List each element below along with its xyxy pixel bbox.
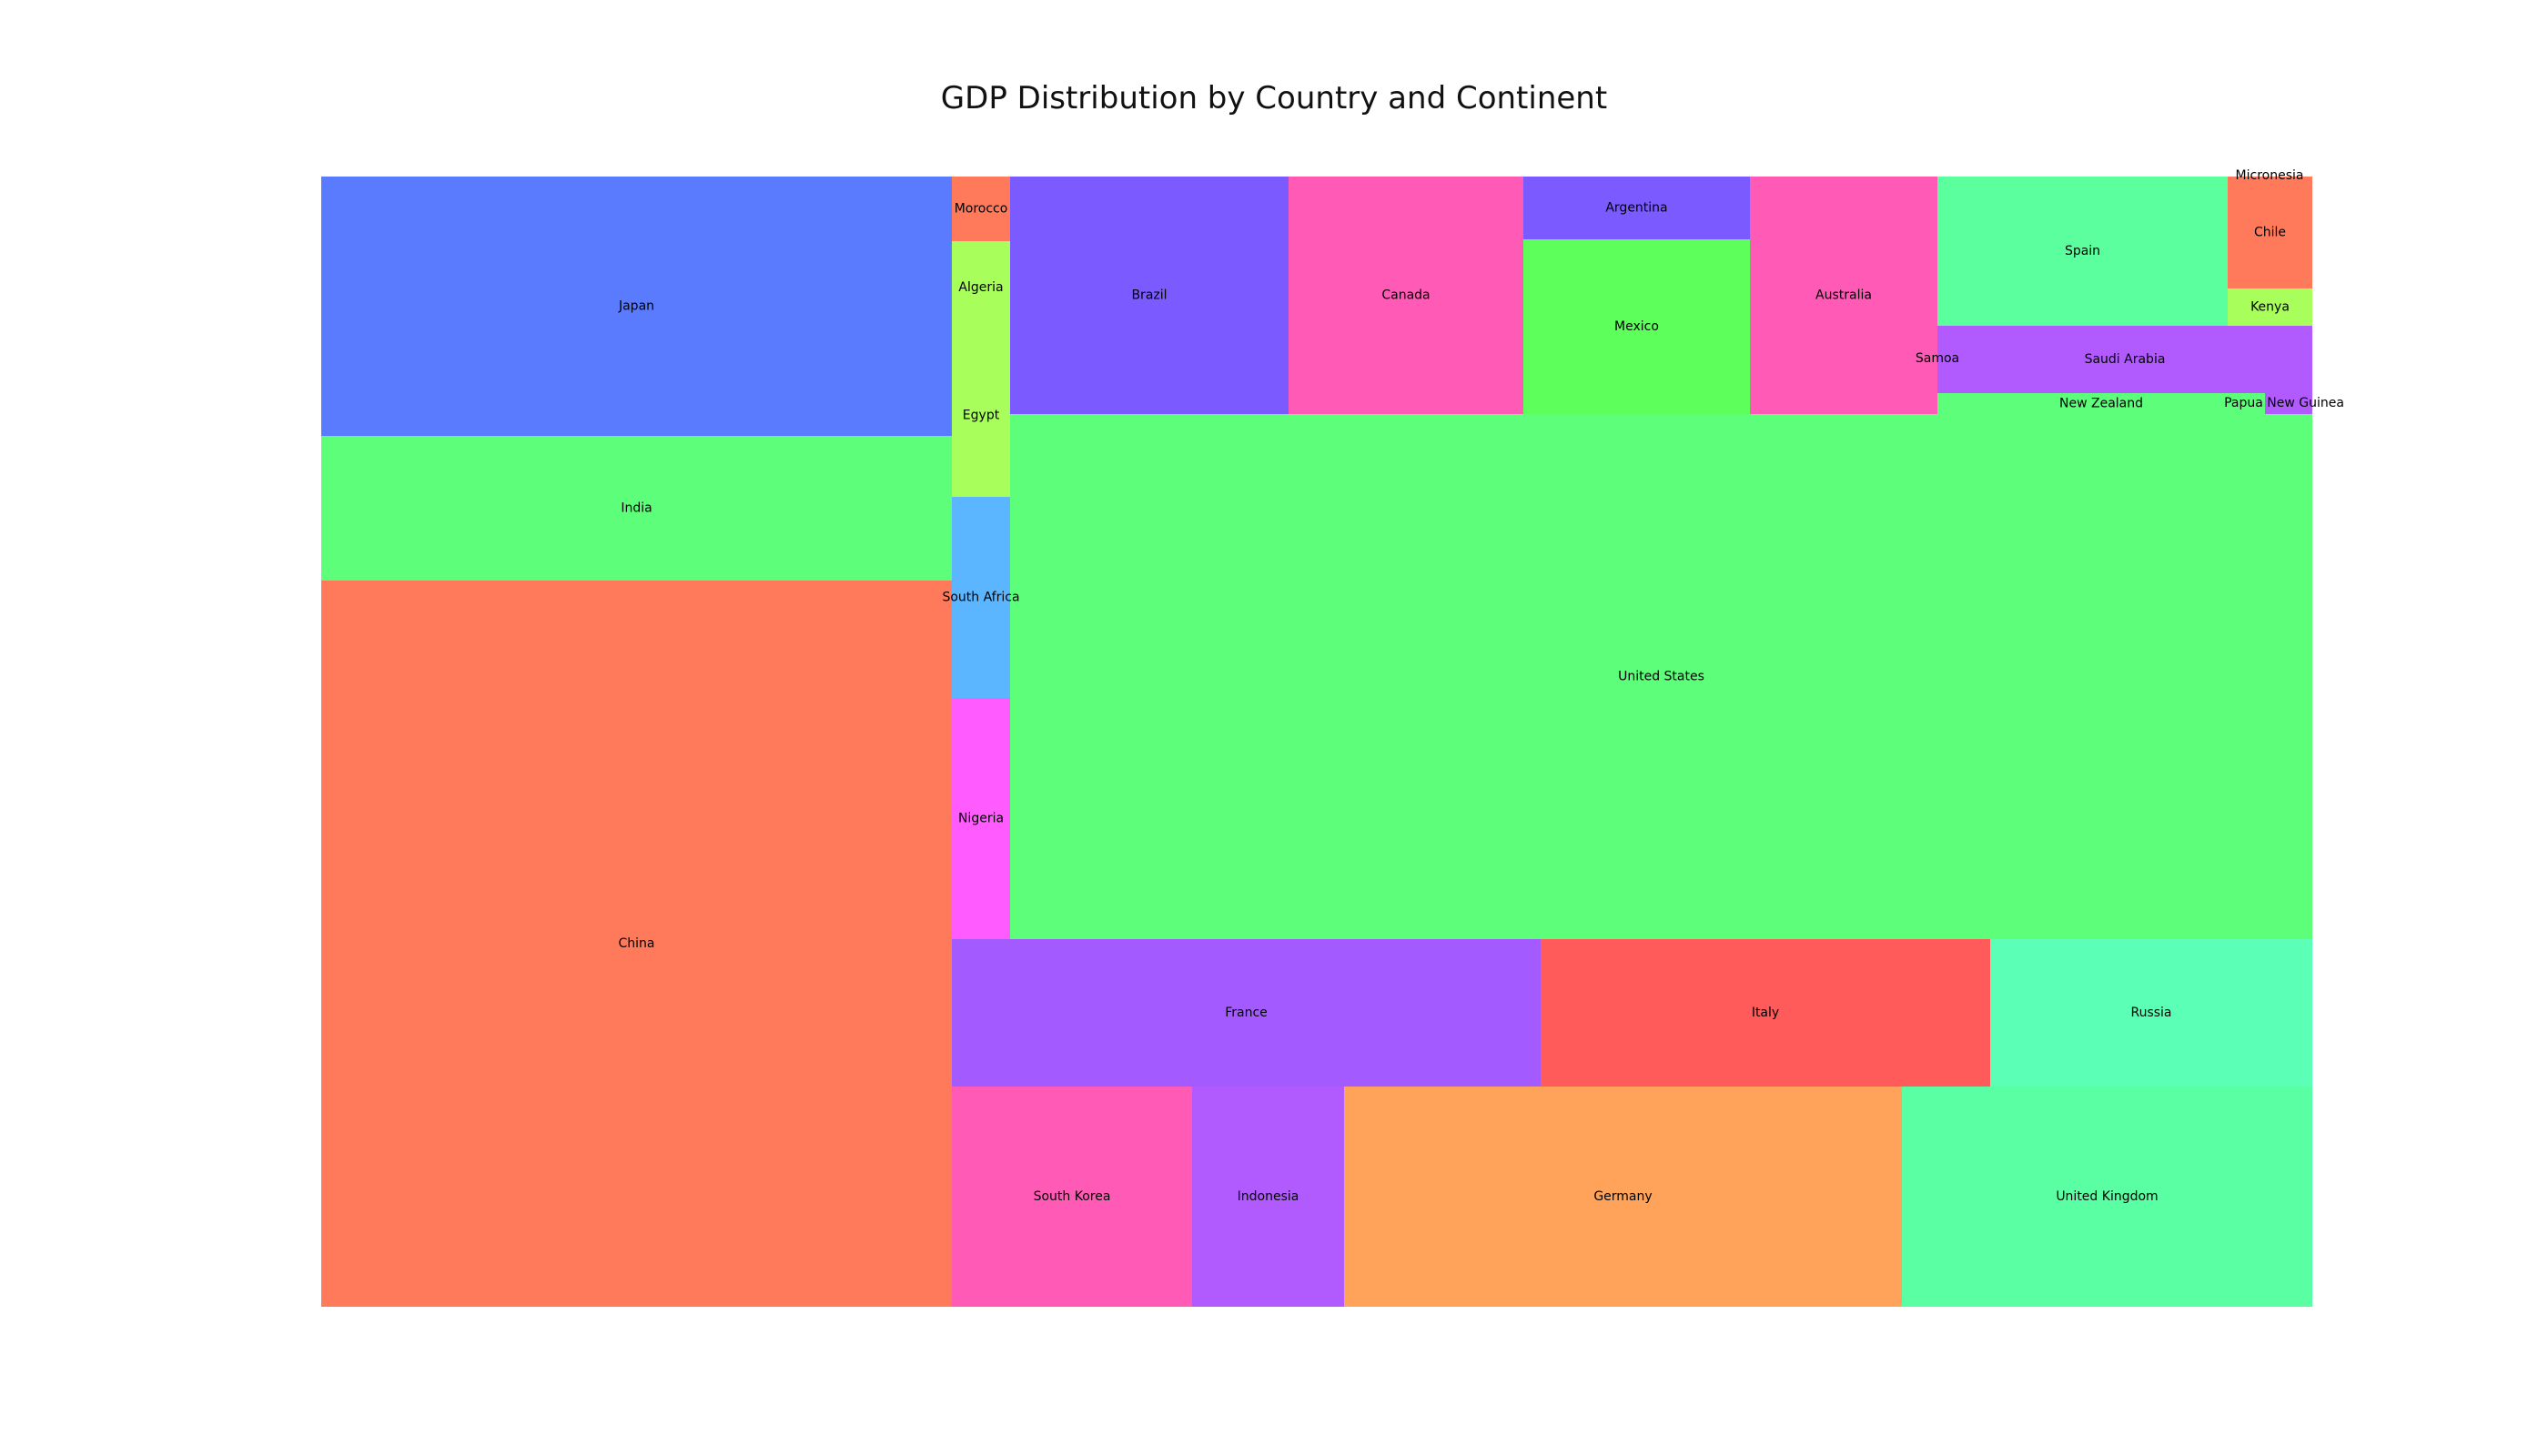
tile-label-united-states: United States bbox=[1618, 670, 1704, 684]
tile-label-mexico: Mexico bbox=[1614, 319, 1659, 334]
tile-label-papua-new-guinea: Papua New Guinea bbox=[2224, 396, 2344, 410]
tile-label-south-korea: South Korea bbox=[1034, 1189, 1111, 1204]
tile-label-russia: Russia bbox=[2130, 1006, 2171, 1020]
tile-label-morocco: Morocco bbox=[955, 202, 1008, 217]
tile-label-united-kingdom: United Kingdom bbox=[2056, 1189, 2158, 1204]
tile-label-india: India bbox=[621, 501, 652, 516]
tile-label-kenya: Kenya bbox=[2250, 300, 2290, 315]
tile-label-new-zealand: New Zealand bbox=[2059, 397, 2143, 411]
tile-label-indonesia: Indonesia bbox=[1238, 1189, 1299, 1204]
tile-label-saudi-arabia: Saudi Arabia bbox=[2085, 352, 2166, 367]
tile-label-samoa: Samoa bbox=[1916, 351, 1959, 366]
tile-label-nigeria: Nigeria bbox=[958, 812, 1004, 826]
tile-label-germany: Germany bbox=[1593, 1189, 1652, 1204]
tile-label-argentina: Argentina bbox=[1605, 201, 1667, 216]
tile-label-canada: Canada bbox=[1381, 288, 1430, 303]
tile-label-japan: Japan bbox=[618, 299, 654, 314]
tile-label-italy: Italy bbox=[1752, 1006, 1779, 1020]
tile-label-micronesia: Micronesia bbox=[2236, 168, 2304, 183]
tile-label-chile: Chile bbox=[2254, 226, 2286, 240]
tile-label-brazil: Brazil bbox=[1131, 288, 1167, 303]
tile-label-australia: Australia bbox=[1815, 288, 1872, 303]
tile-label-spain: Spain bbox=[2065, 244, 2100, 258]
treemap-chart: Japan India China Morocco Algeria Egypt South … bbox=[321, 168, 2344, 1307]
tile-label-france: France bbox=[1225, 1006, 1268, 1020]
tile-label-egypt: Egypt bbox=[963, 409, 1000, 423]
tile-label-south-africa: South Africa bbox=[942, 591, 1019, 605]
tile-label-china: China bbox=[619, 936, 655, 951]
tile-label-algeria: Algeria bbox=[958, 280, 1003, 295]
